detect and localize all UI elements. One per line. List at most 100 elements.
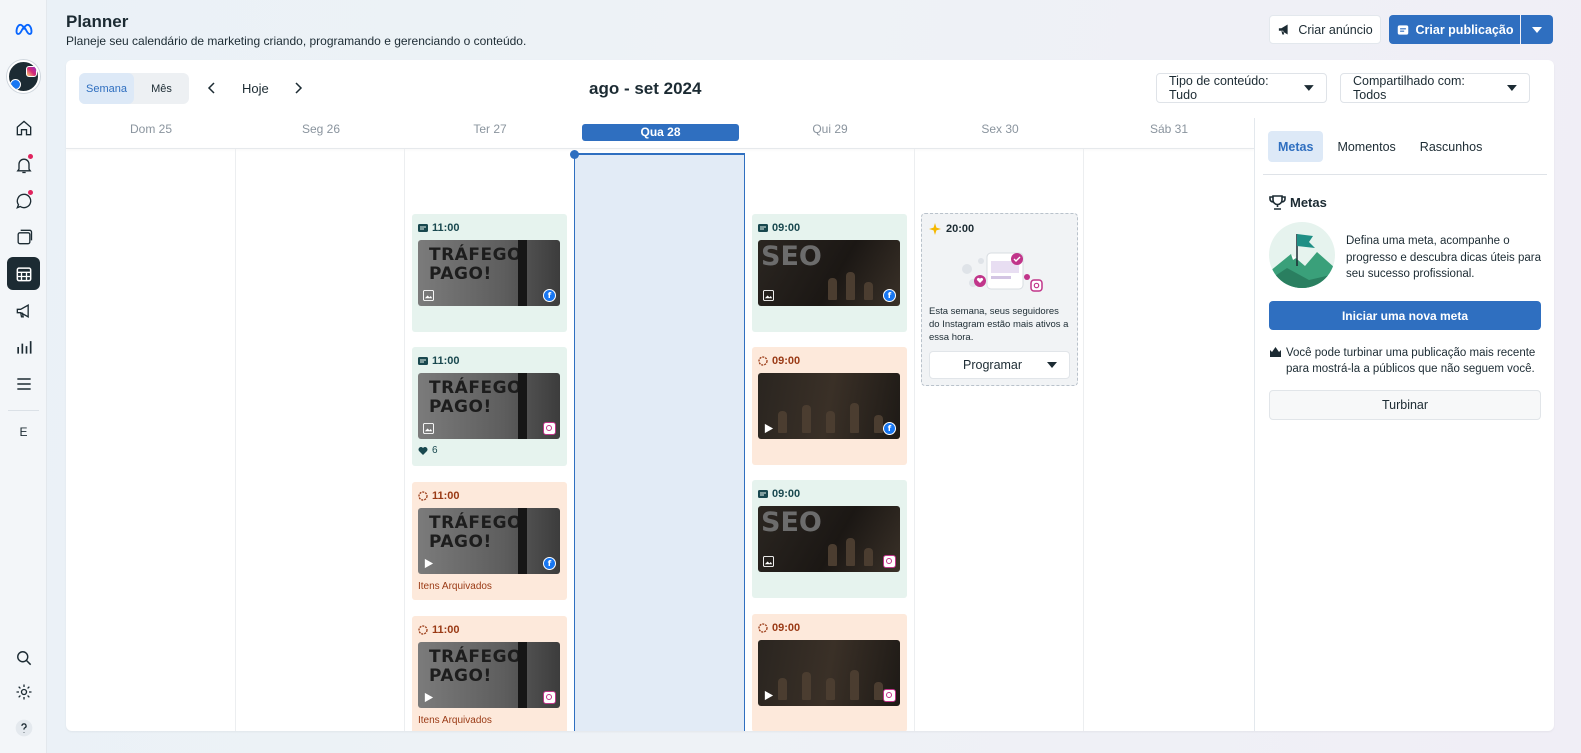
- left-navigation-rail: E: [0, 0, 47, 753]
- instagram-badge-icon: [26, 66, 37, 77]
- scheduled-status-icon: [758, 356, 768, 366]
- image-post-icon: [423, 423, 434, 434]
- published-icon: [418, 357, 428, 365]
- planner-icon[interactable]: [7, 257, 40, 290]
- post-card[interactable]: 09:00 f: [752, 347, 907, 465]
- create-post-button[interactable]: Criar publicação: [1389, 15, 1520, 44]
- video-play-icon: [424, 692, 434, 703]
- chevron-left-icon: [207, 82, 215, 94]
- settings-icon[interactable]: [7, 675, 40, 708]
- content-type-filter[interactable]: Tipo de conteúdo: Tudo: [1156, 73, 1327, 103]
- chevron-down-icon: [1507, 85, 1517, 91]
- post-time: 11:00: [432, 490, 460, 502]
- image-post-icon: [763, 290, 774, 301]
- notifications-icon[interactable]: [7, 148, 40, 181]
- thumbnail-figure: [518, 642, 527, 708]
- create-ad-button[interactable]: Criar anúncio: [1269, 15, 1381, 44]
- help-icon[interactable]: [7, 711, 40, 744]
- chevron-down-icon: [1304, 85, 1314, 91]
- video-play-icon: [764, 690, 774, 701]
- page-avatar[interactable]: [7, 60, 40, 93]
- panel-tabs: Metas Momentos Rascunhos: [1268, 131, 1492, 162]
- rail-divider: [8, 410, 39, 411]
- trophy-icon: [1269, 195, 1286, 210]
- inbox-icon[interactable]: [7, 184, 40, 217]
- current-time-line: [574, 153, 745, 155]
- post-card[interactable]: 09:00 SEO: [752, 480, 907, 598]
- facebook-icon: f: [883, 422, 896, 435]
- boost-note: Você pode turbinar uma publicação mais r…: [1269, 345, 1545, 377]
- day-header: Sex 30: [981, 122, 1019, 136]
- archived-status-icon: [418, 491, 428, 501]
- post-card[interactable]: 11:00 TRÁFEGO PAGO! f Itens Arquivados: [412, 482, 567, 600]
- likes-count: 6: [432, 445, 438, 456]
- archived-status-icon: [418, 625, 428, 635]
- video-play-icon: [764, 423, 774, 434]
- post-time: 09:00: [772, 622, 801, 634]
- chevron-down-icon: [1047, 362, 1057, 368]
- archived-note: Itens Arquivados: [418, 581, 492, 592]
- archived-note: Itens Arquivados: [418, 715, 492, 726]
- search-icon[interactable]: [7, 641, 40, 674]
- previous-week-button[interactable]: [203, 80, 219, 96]
- current-time-dot: [570, 150, 579, 159]
- ads-icon[interactable]: [7, 294, 40, 327]
- chevron-down-icon: [1532, 26, 1542, 33]
- post-time: 11:00: [432, 355, 460, 367]
- week-calendar: Dom 25 Seg 26 Ter 27 Qua 28 Qui 29 Sex 3…: [66, 118, 1254, 731]
- post-card[interactable]: 11:00 TRÁFEGO PAGO! 6: [412, 347, 567, 466]
- home-icon[interactable]: [7, 111, 40, 144]
- meta-logo-icon[interactable]: [7, 12, 40, 45]
- next-week-button[interactable]: [291, 80, 307, 96]
- start-goal-button[interactable]: Iniciar uma nova meta: [1269, 301, 1541, 330]
- planner-card: Semana Mês Hoje ago - set 2024 Tipo de c…: [66, 60, 1554, 731]
- post-thumbnail: SEO: [758, 506, 900, 572]
- day-header-today: Qua 28: [582, 124, 739, 141]
- post-thumbnail: TRÁFEGO PAGO! f: [418, 240, 560, 306]
- column-divider: [235, 149, 236, 731]
- instagram-icon: [883, 555, 896, 568]
- day-header: Seg 26: [301, 122, 341, 136]
- post-card[interactable]: 11:00 TRÁFEGO PAGO! f: [412, 214, 567, 332]
- tab-moments[interactable]: Momentos: [1327, 131, 1405, 162]
- view-month-button[interactable]: Mês: [134, 73, 189, 104]
- post-time: 09:00: [772, 488, 801, 500]
- thumbnail-text: SEO: [761, 241, 822, 272]
- suggestion-text: Esta semana, seus seguidores do Instagra…: [929, 306, 1069, 343]
- tab-goals[interactable]: Metas: [1268, 131, 1324, 162]
- facebook-badge-icon: [10, 79, 21, 90]
- published-icon: [758, 490, 768, 498]
- view-week-button[interactable]: Semana: [79, 73, 134, 104]
- post-card[interactable]: 11:00 TRÁFEGO PAGO! Itens Arquivados: [412, 616, 567, 731]
- post-card[interactable]: 09:00: [752, 614, 907, 731]
- rail-account-letter[interactable]: E: [0, 425, 47, 439]
- shared-with-filter[interactable]: Compartilhado com: Todos: [1340, 73, 1530, 103]
- column-divider: [1083, 149, 1084, 731]
- menu-icon[interactable]: [7, 367, 40, 400]
- thumbnail-text: TRÁFEGO PAGO!: [429, 378, 522, 417]
- schedule-button[interactable]: Programar: [929, 351, 1070, 379]
- insights-icon[interactable]: [7, 330, 40, 363]
- content-icon[interactable]: [7, 220, 40, 253]
- post-card[interactable]: 09:00 SEO f: [752, 214, 907, 332]
- boost-button[interactable]: Turbinar: [1269, 390, 1541, 420]
- today-button[interactable]: Hoje: [242, 81, 269, 96]
- day-header: Ter 27: [473, 122, 507, 136]
- post-thumbnail: f: [758, 373, 900, 439]
- post-likes: 6: [418, 445, 561, 456]
- chevron-right-icon: [295, 82, 303, 94]
- create-post-dropdown-button[interactable]: [1521, 15, 1553, 44]
- shared-with-filter-label: Compartilhado com: Todos: [1353, 74, 1465, 102]
- post-time: 11:00: [432, 624, 460, 636]
- megaphone-icon: [1279, 24, 1288, 35]
- post-time: 11:00: [432, 222, 460, 234]
- calendar-header-divider: [66, 148, 1254, 149]
- today-column[interactable]: [574, 154, 745, 731]
- suggested-time-card[interactable]: 20:00 Esta semana, seus seguidores do In…: [921, 213, 1078, 386]
- post-time: 09:00: [772, 222, 801, 234]
- thumbnail-text: TRÁFEGO PAGO!: [429, 513, 522, 552]
- goal-illustration: [1269, 222, 1335, 288]
- post-thumbnail: TRÁFEGO PAGO! f: [418, 508, 560, 574]
- tab-drafts[interactable]: Rascunhos: [1410, 131, 1493, 162]
- thumbnail-figure: [518, 508, 527, 574]
